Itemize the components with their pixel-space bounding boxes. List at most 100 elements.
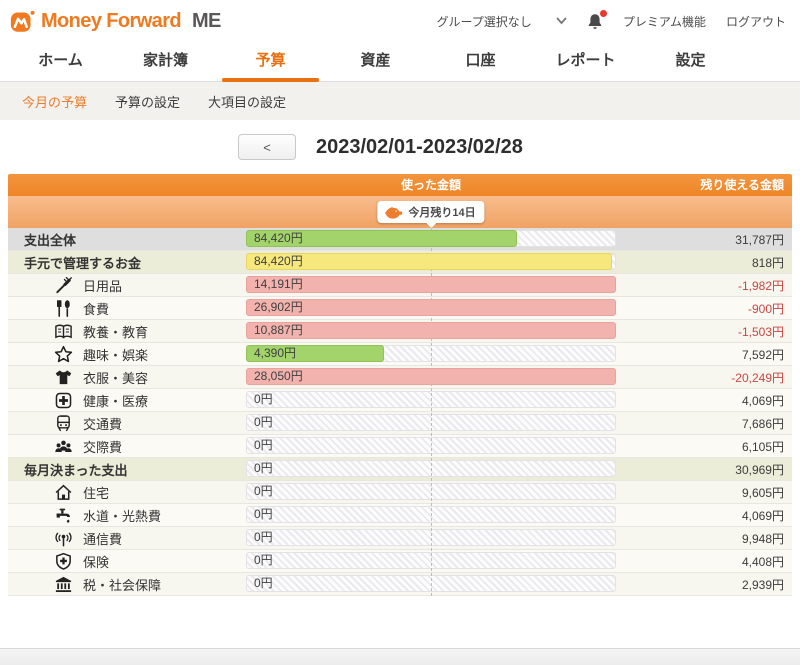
people-icon: [54, 437, 73, 456]
category-label: 保険: [83, 552, 109, 571]
row-label-cell: 毎月決まった支出: [8, 460, 127, 479]
column-header-remaining: 残り使える金額: [700, 174, 784, 196]
book-icon: [54, 322, 73, 341]
table-row: 日用品 14,191円 -1,982円: [8, 274, 792, 297]
days-remaining-badge: 今月残り14日: [377, 201, 484, 223]
category-label: 支出全体: [24, 230, 76, 249]
budget-bar-track: 84,420円: [246, 253, 616, 270]
remaining-amount: 4,069円: [742, 507, 784, 524]
subnav-item[interactable]: 今月の予算: [22, 92, 87, 111]
table-row: 住宅 0円 9,605円: [8, 481, 792, 504]
main-nav: ホーム 家計簿 予算 資産 口座 レポート 設定: [0, 42, 800, 82]
remaining-amount: 9,605円: [742, 484, 784, 501]
premium-link[interactable]: プレミアム機能: [623, 13, 706, 30]
used-amount: 84,420円: [254, 254, 303, 269]
table-rows: 支出全体 84,420円 31,787円 手元で管理するお金 84,420円 8…: [8, 228, 792, 596]
nav-tab[interactable]: ホーム: [8, 42, 113, 81]
remaining-amount: 7,686円: [742, 415, 784, 432]
used-amount: 0円: [254, 415, 273, 430]
used-amount: 26,902円: [254, 300, 303, 315]
app-logo[interactable]: Money Forward ME: [10, 9, 221, 33]
train-icon: [54, 414, 73, 433]
group-selector[interactable]: グループ選択なし: [437, 13, 567, 30]
used-amount: 14,191円: [254, 277, 303, 292]
group-selector-label: グループ選択なし: [437, 13, 532, 30]
medical-cross-icon: [54, 391, 73, 410]
nav-tab-label: 設定: [675, 52, 705, 69]
table-row: 水道・光熱費 0円 4,069円: [8, 504, 792, 527]
remaining-amount: 9,948円: [742, 530, 784, 547]
remaining-amount: 6,105円: [742, 438, 784, 455]
remaining-amount: -1,982円: [738, 277, 784, 294]
sub-nav: 今月の予算 予算の設定 大項目の設定: [0, 82, 800, 120]
utensils-icon: [54, 299, 73, 318]
category-label: 毎月決まった支出: [24, 460, 127, 479]
used-amount: 0円: [254, 576, 273, 591]
row-label-cell: 教養・教育: [8, 322, 148, 341]
remaining-amount: -20,249円: [731, 369, 784, 386]
row-label-cell: 趣味・娯楽: [8, 345, 148, 364]
nav-tab-label: 予算: [255, 52, 285, 69]
category-label: 水道・光熱費: [83, 506, 161, 525]
money-forward-logo-icon: [10, 9, 35, 33]
toothbrush-icon: [54, 276, 73, 295]
row-label-cell: 健康・医療: [8, 391, 148, 410]
period-bar: < 2023/02/01-2023/02/28: [0, 120, 800, 174]
category-label: 税・社会保障: [83, 575, 161, 594]
used-amount: 0円: [254, 553, 273, 568]
nav-tab[interactable]: 設定: [638, 42, 743, 81]
tshirt-icon: [54, 368, 73, 387]
row-label-cell: 手元で管理するお金: [8, 253, 141, 272]
remaining-amount: 7,592円: [742, 346, 784, 363]
pig-icon: [384, 206, 403, 219]
remaining-amount: 2,939円: [742, 576, 784, 593]
nav-tab-label: 家計簿: [143, 52, 188, 69]
category-label: 食費: [83, 299, 109, 318]
nav-tab[interactable]: 口座: [428, 42, 533, 81]
remaining-amount: 4,408円: [742, 553, 784, 570]
category-label: 手元で管理するお金: [24, 253, 141, 272]
logout-link[interactable]: ログアウト: [726, 13, 786, 30]
row-label-cell: 税・社会保障: [8, 575, 161, 594]
brand-suffix: ME: [192, 10, 221, 33]
row-label-cell: 保険: [8, 552, 109, 571]
table-row: 保険 0円 4,408円: [8, 550, 792, 573]
budget-bar-track: 14,191円: [246, 276, 616, 293]
budget-bar-track: 10,887円: [246, 322, 616, 339]
chevron-down-icon: [556, 17, 567, 25]
nav-tab[interactable]: 予算: [218, 42, 323, 81]
previous-month-button[interactable]: <: [238, 134, 296, 160]
remaining-amount: 30,969円: [735, 461, 784, 478]
row-label-cell: 交通費: [8, 414, 122, 433]
table-row: 食費 26,902円 -900円: [8, 297, 792, 320]
used-amount: 0円: [254, 461, 273, 476]
house-icon: [54, 483, 73, 502]
nav-tab[interactable]: 資産: [323, 42, 428, 81]
category-label: 通信費: [83, 529, 122, 548]
used-amount: 0円: [254, 484, 273, 499]
category-label: 衣服・美容: [83, 368, 148, 387]
days-remaining-text: 今月残り14日: [408, 204, 475, 220]
brand-name: Money Forward: [41, 10, 181, 33]
nav-tab-label: 資産: [360, 52, 390, 69]
notifications-button[interactable]: [587, 13, 603, 30]
subnav-item[interactable]: 大項目の設定: [208, 92, 286, 111]
used-amount: 84,420円: [254, 231, 303, 246]
table-row: 教養・教育 10,887円 -1,503円: [8, 320, 792, 343]
row-label-cell: 支出全体: [8, 230, 76, 249]
category-label: 交際費: [83, 437, 122, 456]
period-range: 2023/02/01-2023/02/28: [316, 136, 523, 159]
star-icon: [54, 345, 73, 364]
category-label: 住宅: [83, 483, 109, 502]
row-label-cell: 日用品: [8, 276, 122, 295]
table-row: 交通費 0円 7,686円: [8, 412, 792, 435]
nav-tab[interactable]: 家計簿: [113, 42, 218, 81]
row-label-cell: 衣服・美容: [8, 368, 148, 387]
category-label: 趣味・娯楽: [83, 345, 148, 364]
budget-bar-track: 26,902円: [246, 299, 616, 316]
nav-tab[interactable]: レポート: [533, 42, 638, 81]
nav-tab-label: レポート: [555, 52, 615, 69]
category-label: 交通費: [83, 414, 122, 433]
table-row: 支出全体 84,420円 31,787円: [8, 228, 792, 251]
subnav-item[interactable]: 予算の設定: [115, 92, 180, 111]
